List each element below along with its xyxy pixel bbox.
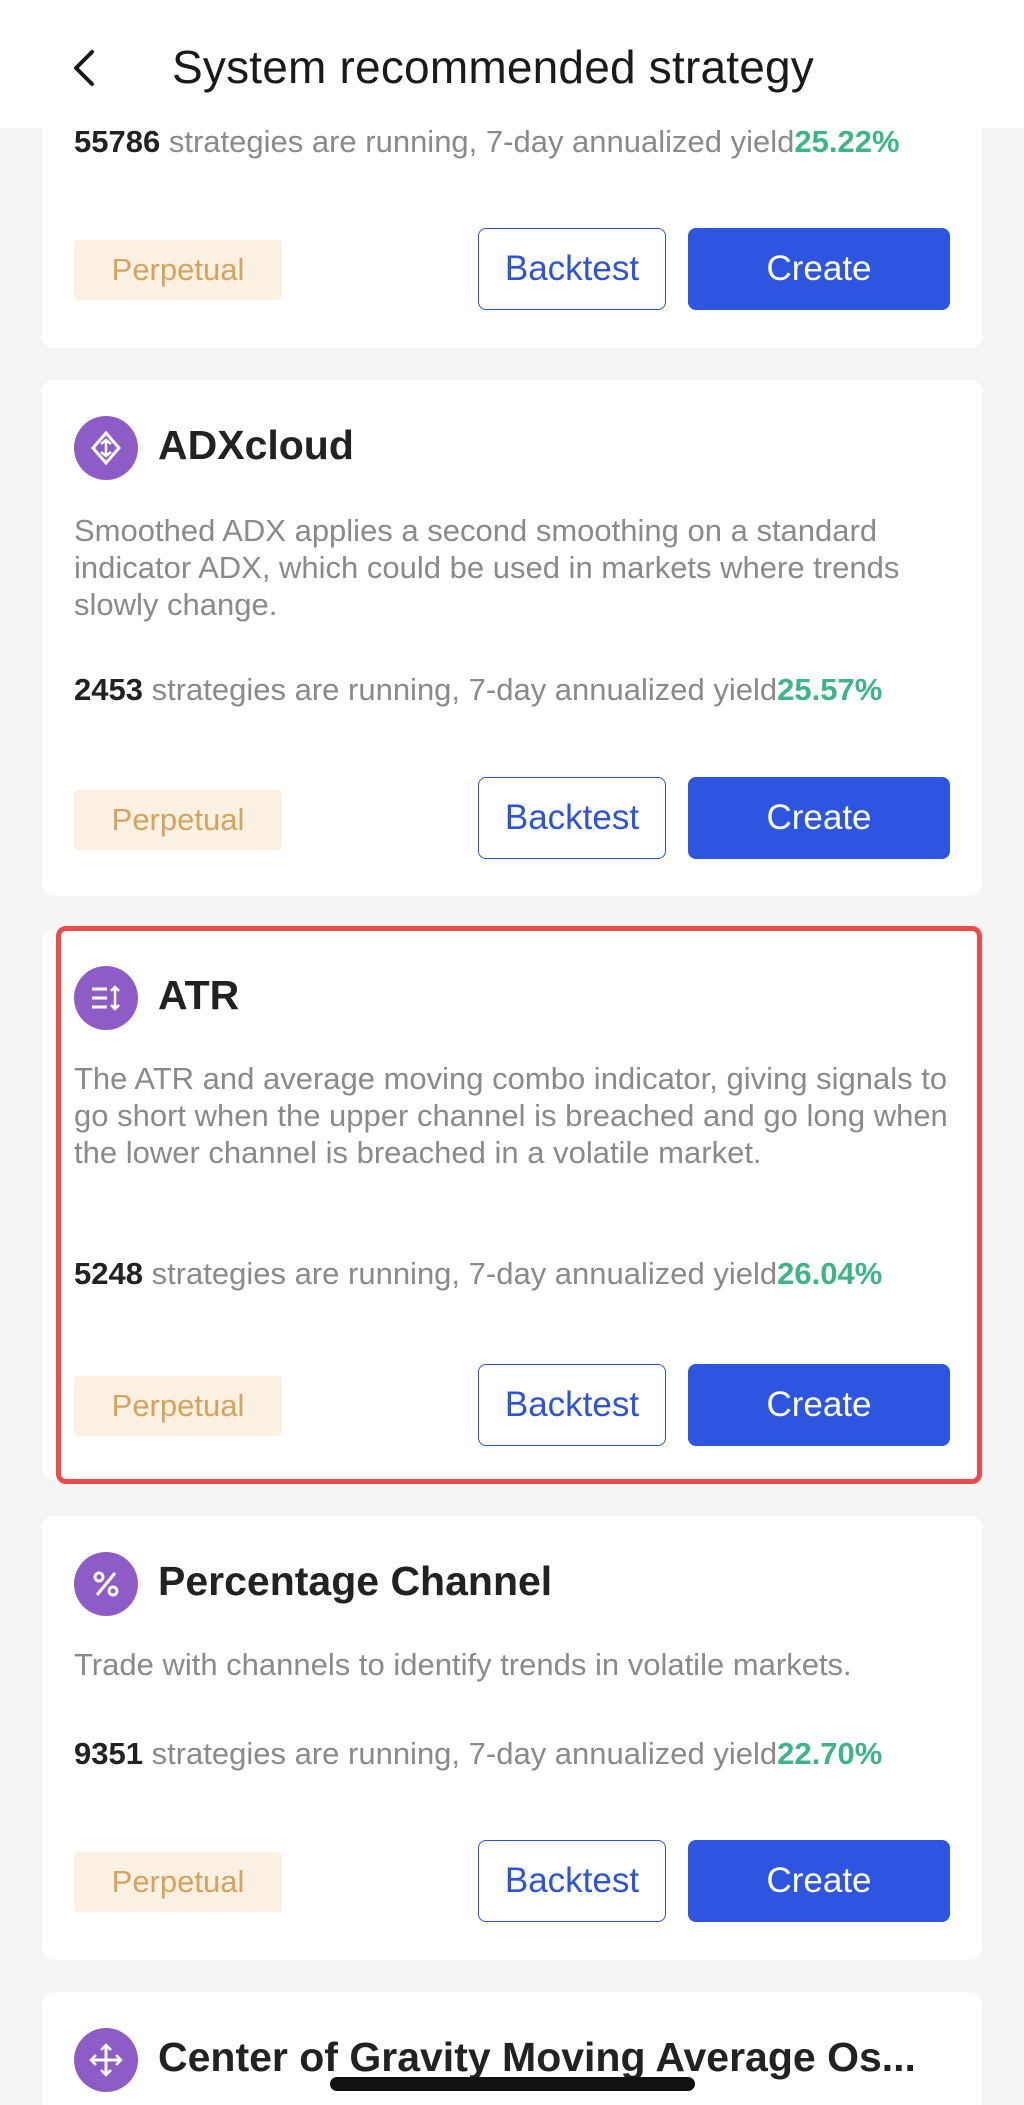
- running-stats: 9351 strategies are running, 7-day annua…: [74, 1736, 882, 1772]
- yield-value: 25.57%: [777, 672, 883, 707]
- running-stats: 2453 strategies are running, 7-day annua…: [74, 672, 882, 708]
- backtest-button[interactable]: Backtest: [478, 228, 666, 310]
- create-button[interactable]: Create: [688, 1364, 950, 1446]
- backtest-button[interactable]: Backtest: [478, 1840, 666, 1922]
- strategy-name: Percentage Channel: [158, 1558, 553, 1604]
- running-text: strategies are running, 7-day annualized…: [142, 1736, 778, 1771]
- running-text: strategies are running, 7-day annualized…: [160, 124, 795, 159]
- market-tag: Perpetual: [74, 790, 282, 850]
- back-button[interactable]: [60, 44, 108, 92]
- chevron-left-icon: [74, 50, 94, 86]
- running-count: 9351: [74, 1736, 143, 1771]
- create-button[interactable]: Create: [688, 228, 950, 310]
- running-text: strategies are running, 7-day annualized…: [142, 672, 778, 707]
- market-tag: Perpetual: [74, 1376, 282, 1436]
- strategy-card: Percentage Channel Trade with channels t…: [42, 1516, 982, 1960]
- backtest-button[interactable]: Backtest: [478, 1364, 666, 1446]
- strategy-description: Trade with channels to identify trends i…: [74, 1647, 852, 1682]
- strategy-description: The ATR and average moving combo indicat…: [74, 1061, 948, 1170]
- page-title: System recommended strategy: [172, 41, 814, 93]
- header-bar: System recommended strategy: [0, 0, 1024, 128]
- move-arrows-icon: [74, 2028, 138, 2092]
- create-button[interactable]: Create: [688, 1840, 950, 1922]
- strategy-card: ATR The ATR and average moving combo ind…: [42, 930, 982, 1480]
- running-count: 55786: [74, 124, 161, 159]
- strategy-name: ADXcloud: [158, 422, 354, 468]
- yield-value: 22.70%: [777, 1736, 883, 1771]
- backtest-button[interactable]: Backtest: [478, 777, 666, 859]
- market-tag: Perpetual: [74, 240, 282, 300]
- strategy-description: Smoothed ADX applies a second smoothing …: [74, 513, 900, 622]
- home-indicator: [330, 2077, 695, 2091]
- running-stats: 5248 strategies are running, 7-day annua…: [74, 1256, 882, 1292]
- percent-icon: [74, 1552, 138, 1616]
- running-text: strategies are running, 7-day annualized…: [142, 1256, 778, 1291]
- create-button[interactable]: Create: [688, 777, 950, 859]
- strategy-name: Center of Gravity Moving Average Os...: [158, 2034, 916, 2080]
- strategy-name: ATR: [158, 972, 240, 1018]
- yield-value: 25.22%: [794, 124, 900, 159]
- strategy-card: ADXcloud Smoothed ADX applies a second s…: [42, 380, 982, 896]
- running-count: 2453: [74, 672, 143, 707]
- running-count: 5248: [74, 1256, 143, 1291]
- market-tag: Perpetual: [74, 1852, 282, 1912]
- running-stats: 55786 strategies are running, 7-day annu…: [74, 124, 900, 160]
- yield-value: 26.04%: [777, 1256, 883, 1291]
- diamond-arrows-icon: [74, 416, 138, 480]
- list-sort-icon: [74, 966, 138, 1030]
